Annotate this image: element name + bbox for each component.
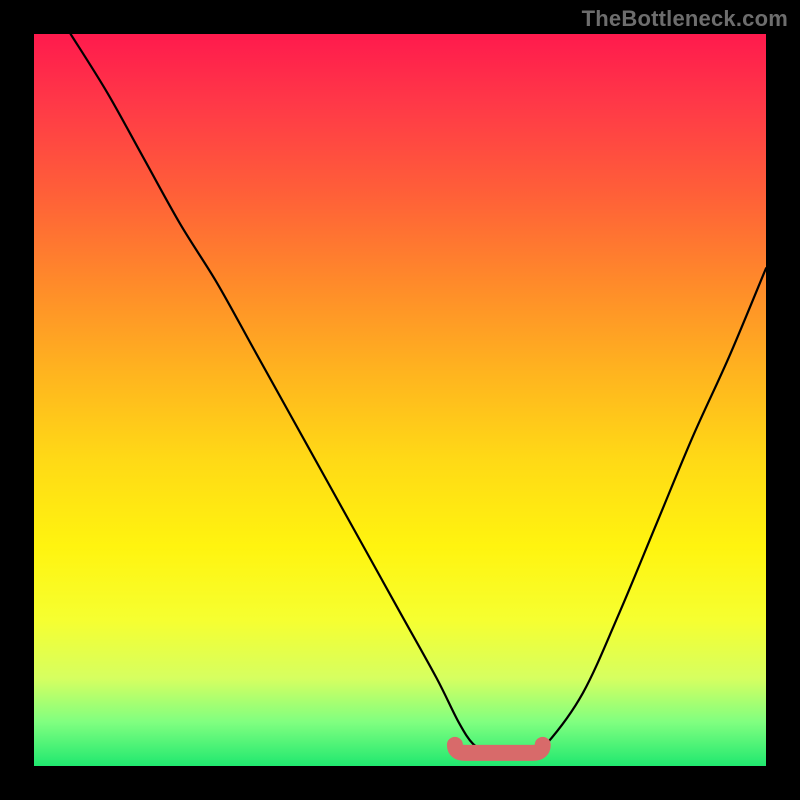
bottleneck-curve: [71, 34, 766, 752]
watermark-text: TheBottleneck.com: [582, 6, 788, 32]
optimal-zone-marker: [455, 745, 543, 753]
chart-svg: [34, 34, 766, 766]
plot-area: [34, 34, 766, 766]
chart-frame: TheBottleneck.com: [0, 0, 800, 800]
